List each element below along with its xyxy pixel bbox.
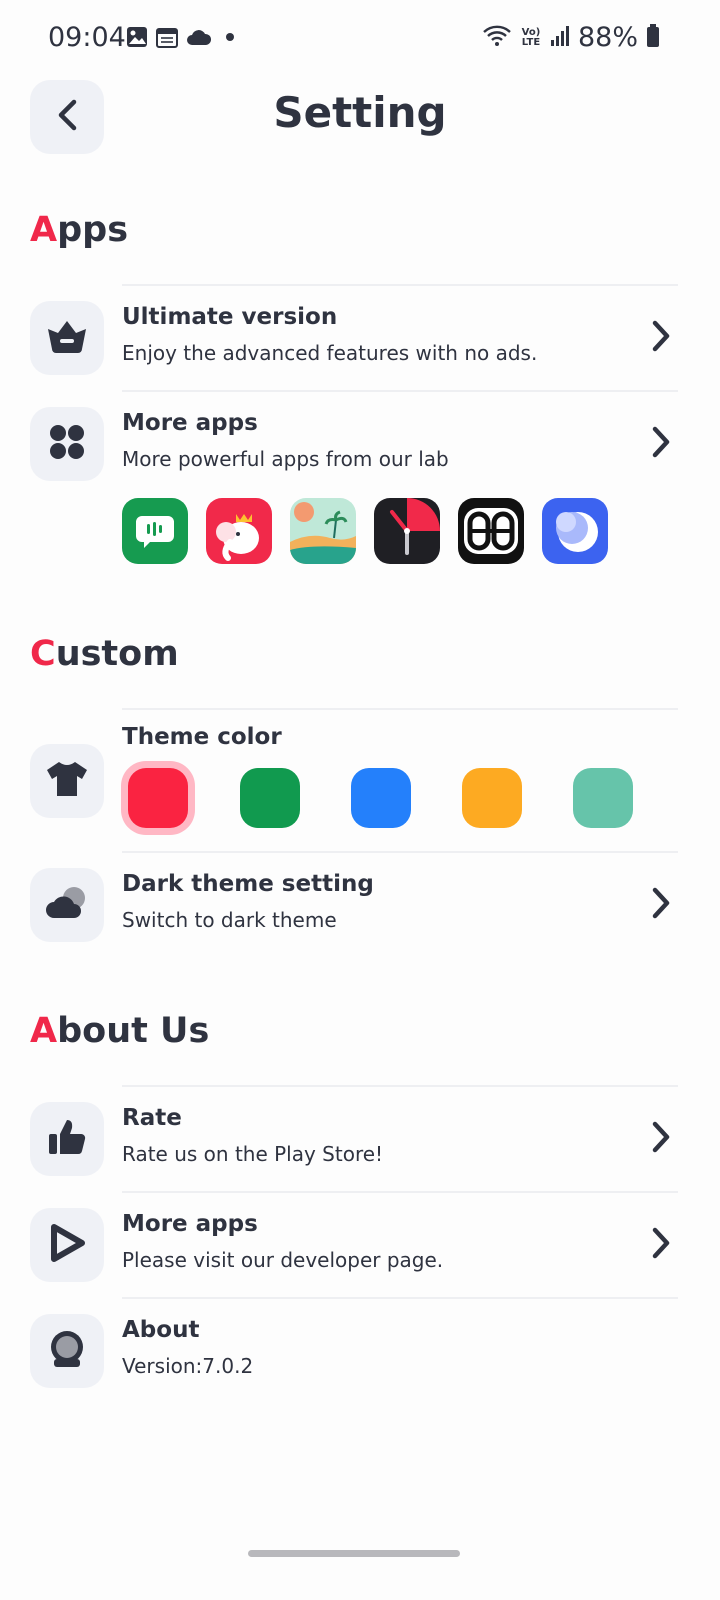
play-icon bbox=[48, 1223, 86, 1267]
status-time: 09:04 bbox=[48, 22, 126, 53]
row-title: More apps bbox=[122, 1211, 258, 1237]
chevron-right-icon bbox=[650, 318, 672, 358]
cloud-moon-icon bbox=[44, 884, 90, 926]
gallery-icon bbox=[126, 26, 148, 52]
lab-apps-strip bbox=[122, 498, 608, 564]
theme-swatch-blue[interactable] bbox=[351, 768, 411, 828]
theme-swatch-red[interactable] bbox=[128, 768, 188, 828]
theme-swatch-teal[interactable] bbox=[573, 768, 633, 828]
row-subtitle: Please visit our developer page. bbox=[122, 1248, 444, 1272]
more-apps-lab-row[interactable]: More apps More powerful apps from our la… bbox=[0, 392, 720, 496]
section-title-about-us: About Us bbox=[30, 1011, 210, 1051]
home-indicator[interactable] bbox=[248, 1550, 460, 1557]
calendar-icon bbox=[156, 26, 178, 52]
chevron-right-icon bbox=[650, 1119, 672, 1159]
divider bbox=[122, 708, 678, 710]
dark-theme-row[interactable]: Dark theme setting Switch to dark theme bbox=[0, 853, 720, 957]
theme-color-swatches bbox=[128, 768, 638, 832]
row-subtitle: Rate us on the Play Store! bbox=[122, 1142, 384, 1166]
beach-app-icon[interactable] bbox=[290, 498, 356, 564]
rate-row[interactable]: Rate Rate us on the Play Store! bbox=[0, 1087, 720, 1191]
battery-percent: 88% bbox=[577, 22, 638, 53]
astronaut-helmet-icon bbox=[46, 1329, 88, 1373]
chevron-right-icon bbox=[650, 1225, 672, 1265]
volte-badge: Vo) LTE bbox=[521, 26, 541, 48]
row-title: About bbox=[122, 1317, 200, 1343]
wifi-icon bbox=[482, 23, 512, 53]
row-subtitle: Version:7.0.2 bbox=[122, 1354, 254, 1378]
chevron-right-icon bbox=[650, 424, 672, 464]
section-title-custom: Custom bbox=[30, 634, 179, 674]
link-app-icon[interactable] bbox=[458, 498, 524, 564]
section-title-apps: Apps bbox=[30, 210, 129, 250]
elephant-app-icon[interactable] bbox=[206, 498, 272, 564]
row-subtitle: Enjoy the advanced features with no ads. bbox=[122, 341, 538, 365]
notification-dot-icon bbox=[220, 27, 240, 51]
moon-app-icon[interactable] bbox=[542, 498, 608, 564]
grid-dots-icon bbox=[48, 423, 86, 465]
row-title: Ultimate version bbox=[122, 304, 338, 330]
thumbs-up-icon bbox=[47, 1118, 87, 1160]
about-row[interactable]: About Version:7.0.2 bbox=[0, 1299, 720, 1403]
clock-app-icon[interactable] bbox=[374, 498, 440, 564]
chat-bot-app-icon[interactable] bbox=[122, 498, 188, 564]
crown-basket-icon bbox=[46, 317, 88, 359]
tshirt-icon bbox=[45, 760, 89, 802]
theme-color-icon-box bbox=[30, 744, 104, 818]
page-title: Setting bbox=[273, 88, 447, 137]
row-title: Rate bbox=[122, 1105, 182, 1131]
more-apps-developer-row[interactable]: More apps Please visit our developer pag… bbox=[0, 1193, 720, 1297]
row-title: Dark theme setting bbox=[122, 871, 374, 897]
theme-swatch-green[interactable] bbox=[240, 768, 300, 828]
row-subtitle: More powerful apps from our lab bbox=[122, 447, 449, 471]
theme-swatch-orange[interactable] bbox=[462, 768, 522, 828]
battery-icon bbox=[646, 23, 660, 52]
status-bar: 09:04 Vo) LTE 88% bbox=[0, 0, 720, 80]
signal-icon bbox=[550, 25, 570, 51]
chevron-right-icon bbox=[650, 885, 672, 925]
row-title: More apps bbox=[122, 410, 258, 436]
ultimate-version-row[interactable]: Ultimate version Enjoy the advanced feat… bbox=[0, 286, 720, 390]
theme-color-label: Theme color bbox=[122, 724, 282, 750]
cloud-icon bbox=[186, 27, 212, 51]
row-subtitle: Switch to dark theme bbox=[122, 908, 337, 932]
